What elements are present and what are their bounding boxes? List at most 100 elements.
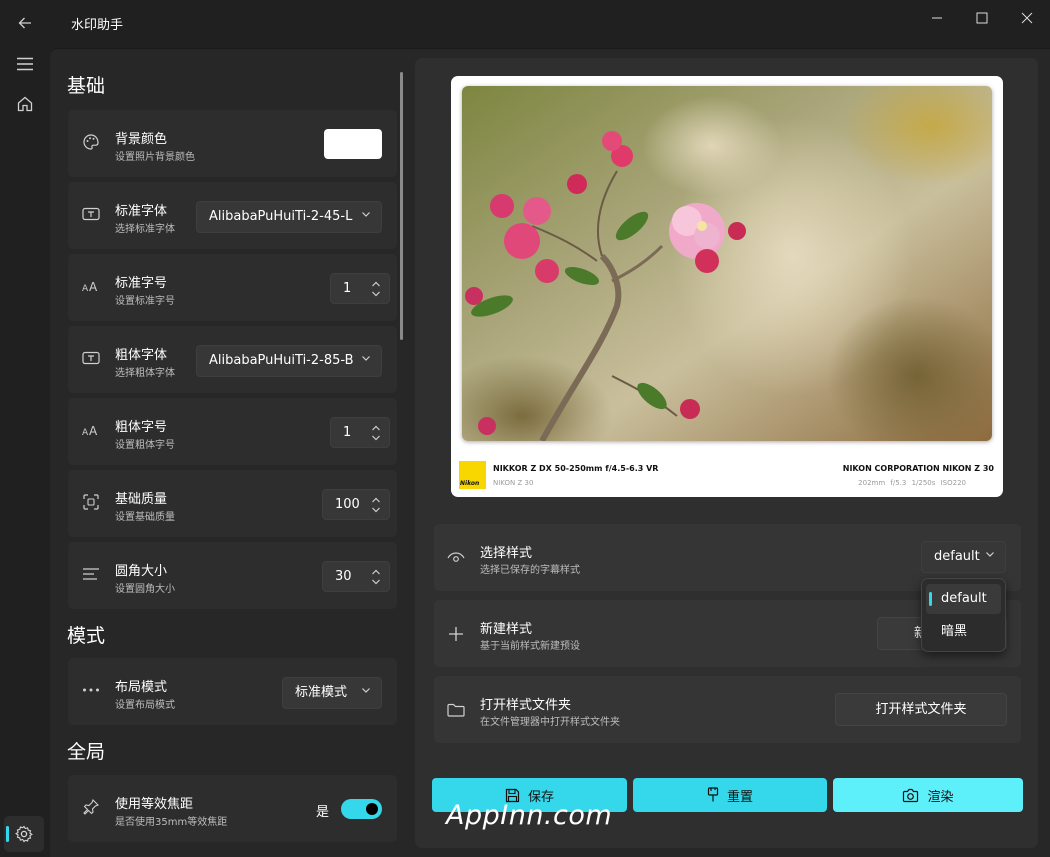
std-size-title: 标准字号 [115, 276, 168, 291]
spin-arrows-icon[interactable] [371, 568, 381, 586]
select-style-desc: 选择已保存的字幕样式 [480, 565, 580, 576]
font-size-icon: AA [81, 420, 101, 440]
std-font-title: 标准字体 [115, 204, 168, 219]
camera-model-text: NIKON Z 30 [493, 479, 534, 487]
open-folder-desc: 在文件管理器中打开样式文件夹 [480, 717, 620, 728]
bg-color-swatch[interactable] [324, 129, 382, 159]
camera-maker-text: NIKON CORPORATION NIKON Z 30 [842, 464, 994, 473]
font-icon [81, 348, 101, 368]
chevron-down-icon [361, 346, 371, 376]
site-watermark: AppInn.com [446, 800, 613, 831]
render-label: 渲染 [927, 789, 954, 805]
plus-icon [446, 624, 466, 644]
hamburger-menu-icon[interactable] [7, 46, 43, 82]
bold-font-desc: 选择粗体字体 [115, 368, 175, 379]
layout-card: 布局模式 设置布局模式 标准模式 [68, 658, 397, 725]
spin-arrows-icon[interactable] [371, 496, 381, 514]
preview-photo [462, 86, 992, 441]
new-style-title: 新建样式 [480, 622, 533, 637]
new-style-desc: 基于当前样式新建预设 [480, 641, 580, 652]
settings-nav-button[interactable] [4, 816, 44, 852]
font-size-icon: AA [81, 276, 101, 296]
quality-frame-icon [81, 492, 101, 512]
focal-card: 使用等效焦距 是否使用35mm等效焦距 是 [68, 775, 397, 842]
focal-desc: 是否使用35mm等效焦距 [115, 817, 228, 828]
radius-value: 30 [335, 569, 352, 584]
focal-toggle[interactable] [341, 799, 382, 819]
lens-model-text: NIKKOR Z DX 50-250mm f/4.5-6.3 VR [493, 464, 659, 473]
section-basic-title: 基础 [67, 75, 106, 97]
camera-icon [903, 788, 919, 802]
style-dropdown[interactable]: default [921, 541, 1006, 573]
radius-card: 圆角大小 设置圆角大小 30 [68, 542, 397, 609]
bg-color-desc: 设置照片背景颜色 [115, 152, 195, 163]
home-icon[interactable] [7, 86, 43, 122]
exposure-params-text: 202mm f/5.3 1/250s ISO220 [858, 479, 966, 487]
open-folder-button[interactable]: 打开样式文件夹 [835, 693, 1007, 726]
std-font-dropdown[interactable]: AlibabaPuHuiTi-2-45-L [196, 201, 382, 233]
render-button[interactable]: 渲染 [833, 778, 1023, 812]
radius-stepper[interactable]: 30 [322, 561, 390, 592]
bg-color-title: 背景颜色 [115, 132, 168, 147]
radius-desc: 设置圆角大小 [115, 584, 175, 595]
svg-text:A: A [82, 284, 89, 293]
spin-arrows-icon[interactable] [371, 280, 381, 298]
std-size-stepper[interactable]: 1 [330, 273, 390, 304]
bold-font-dropdown[interactable]: AlibabaPuHuiTi-2-85-B [196, 345, 382, 377]
eye-icon [446, 548, 466, 568]
quality-value: 100 [335, 497, 360, 512]
bg-color-card: 背景颜色 设置照片背景颜色 [68, 110, 397, 177]
title-bar: 水印助手 [0, 0, 1050, 48]
bold-size-desc: 设置粗体字号 [115, 440, 175, 451]
bold-size-stepper[interactable]: 1 [330, 417, 390, 448]
radius-title: 圆角大小 [115, 564, 168, 579]
minimize-button[interactable] [914, 4, 960, 32]
layout-value: 标准模式 [295, 685, 348, 700]
style-option-dark[interactable]: 暗黑 [926, 617, 1001, 647]
style-option-default[interactable]: default [926, 584, 1001, 614]
std-size-value: 1 [343, 281, 352, 296]
settings-scrollbar[interactable] [400, 72, 403, 340]
reset-label: 重置 [726, 789, 753, 805]
section-global-title: 全局 [67, 741, 106, 763]
app-title: 水印助手 [71, 18, 124, 33]
spin-arrows-icon[interactable] [371, 424, 381, 442]
std-font-desc: 选择标准字体 [115, 224, 175, 235]
svg-text:A: A [89, 280, 98, 293]
bold-size-value: 1 [343, 425, 352, 440]
section-mode-title: 模式 [67, 625, 106, 647]
brush-icon [707, 787, 719, 802]
layout-desc: 设置布局模式 [115, 700, 175, 711]
back-arrow-icon[interactable] [10, 8, 40, 38]
quality-desc: 设置基础质量 [115, 512, 175, 523]
reset-button[interactable]: 重置 [633, 778, 827, 812]
selection-indicator [6, 826, 9, 842]
open-folder-title: 打开样式文件夹 [480, 698, 572, 713]
quality-stepper[interactable]: 100 [322, 489, 390, 520]
navigation-rail [0, 48, 50, 857]
maximize-button[interactable] [959, 4, 1005, 32]
gear-icon [15, 825, 33, 843]
focal-state-label: 是 [315, 805, 329, 820]
layout-title: 布局模式 [115, 680, 168, 695]
nikon-logo: Nikon [459, 461, 486, 489]
open-folder-card: 打开样式文件夹 在文件管理器中打开样式文件夹 打开样式文件夹 [434, 676, 1021, 743]
std-font-card: 标准字体 选择标准字体 AlibabaPuHuiTi-2-45-L [68, 182, 397, 249]
align-left-icon [81, 564, 101, 584]
palette-icon [81, 132, 101, 152]
select-style-title: 选择样式 [480, 546, 533, 561]
close-button[interactable] [1004, 4, 1050, 32]
bold-font-value: AlibabaPuHuiTi-2-85-B [209, 353, 354, 368]
layout-dropdown[interactable]: 标准模式 [282, 677, 382, 709]
folder-icon [446, 700, 466, 720]
std-size-card: AA 标准字号 设置标准字号 1 [68, 254, 397, 321]
svg-text:A: A [82, 428, 89, 437]
quality-title: 基础质量 [115, 492, 168, 507]
chevron-down-icon [361, 202, 371, 232]
more-dots-icon [81, 680, 101, 700]
quality-card: 基础质量 设置基础质量 100 [68, 470, 397, 537]
bold-font-card: 粗体字体 选择粗体字体 AlibabaPuHuiTi-2-85-B [68, 326, 397, 393]
focal-title: 使用等效焦距 [115, 797, 194, 812]
svg-text:A: A [89, 424, 98, 437]
bold-font-title: 粗体字体 [115, 348, 168, 363]
